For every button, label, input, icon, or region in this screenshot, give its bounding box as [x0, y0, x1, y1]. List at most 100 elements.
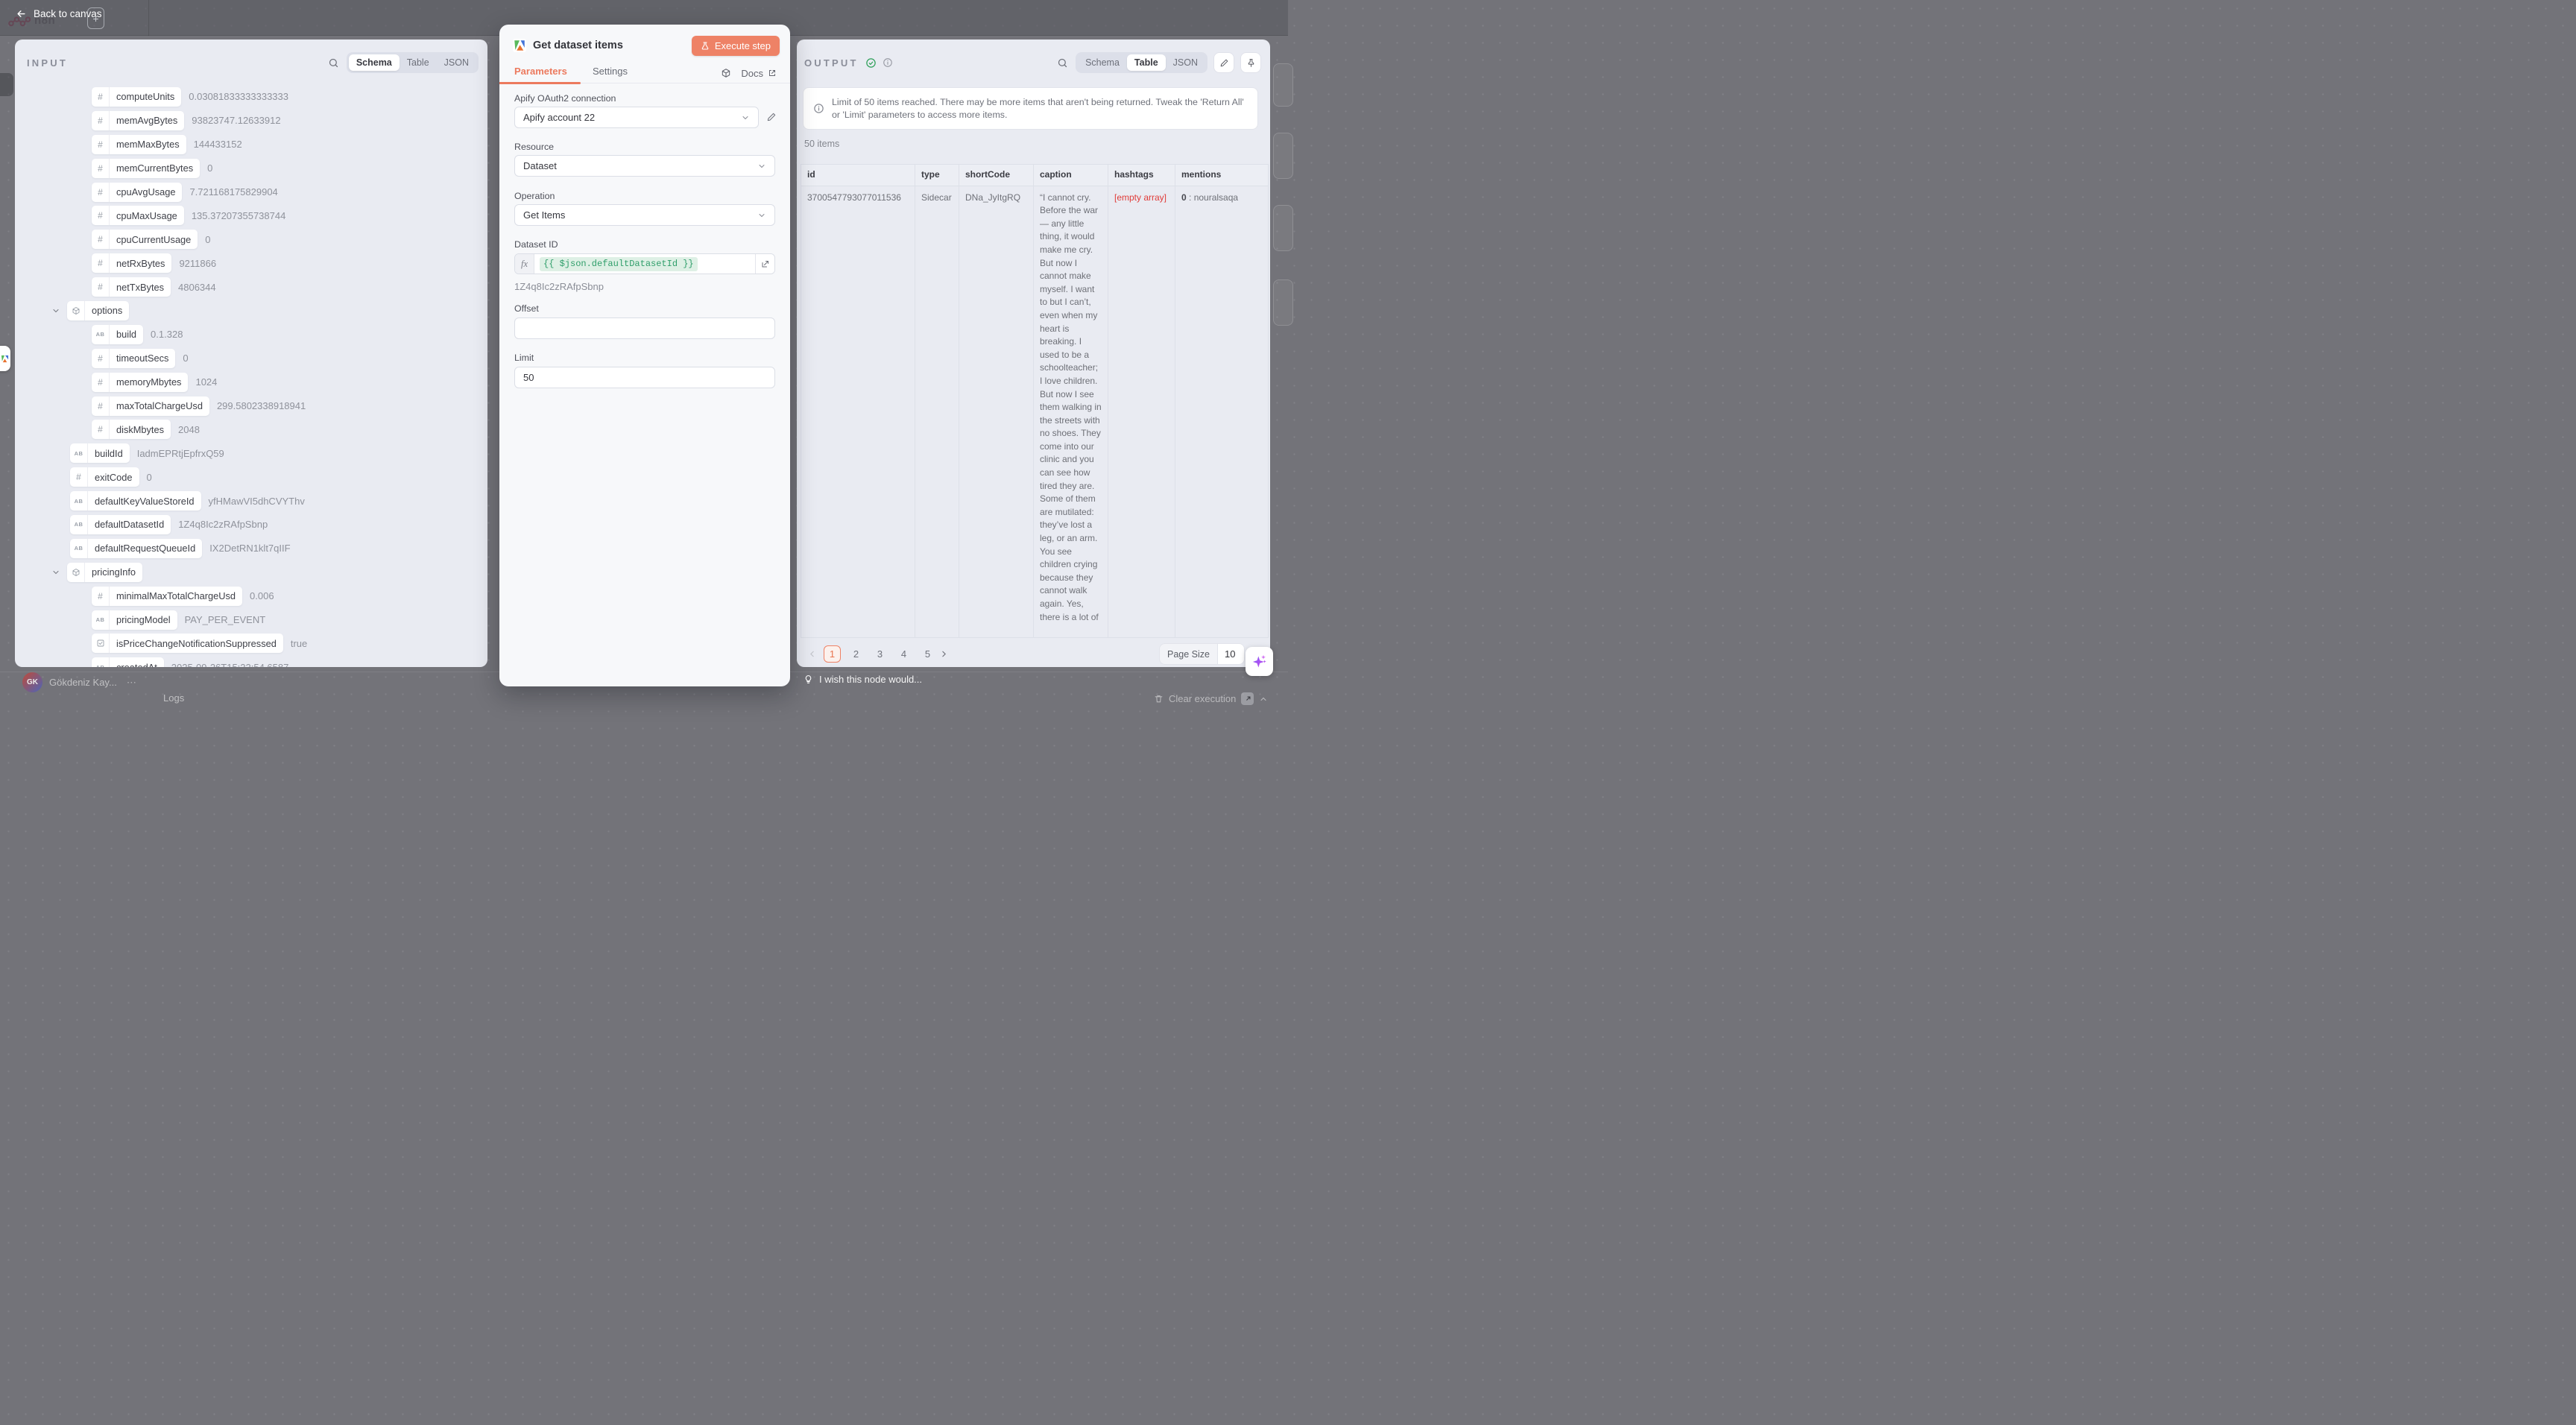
output-tab-schema[interactable]: Schema	[1078, 54, 1127, 71]
schema-key-badge[interactable]: #exitCode	[70, 467, 139, 487]
chevron-down-icon[interactable]	[51, 568, 60, 577]
schema-row[interactable]: #memCurrentBytes0	[15, 157, 487, 180]
info-circle-icon[interactable]	[883, 57, 893, 68]
schema-key-badge[interactable]: ABbuildId	[70, 443, 130, 463]
schema-row[interactable]: ABdefaultDatasetId1Z4q8Ic2zRAfpSbnp	[15, 513, 487, 537]
node-feedback-prompt[interactable]: I wish this node would...	[804, 674, 922, 685]
page-button-5[interactable]: 5	[919, 645, 936, 663]
docs-link[interactable]: Docs	[741, 68, 777, 79]
schema-row[interactable]: #netRxBytes9211866	[15, 251, 487, 275]
chevron-up-icon[interactable]	[1259, 695, 1268, 704]
output-tab-table[interactable]: Table	[1127, 54, 1166, 71]
schema-row[interactable]: #exitCode0	[15, 465, 487, 489]
schema-key-badge[interactable]: #maxTotalChargeUsd	[92, 396, 209, 416]
schema-key-badge[interactable]: isPriceChangeNotificationSuppressed	[92, 633, 283, 653]
column-header-hashtags[interactable]: hashtags	[1108, 165, 1175, 186]
pencil-icon[interactable]	[766, 112, 777, 122]
schema-row[interactable]: #netTxBytes4806344	[15, 275, 487, 299]
output-tab-json[interactable]: JSON	[1166, 54, 1205, 71]
chevron-right-icon[interactable]	[939, 649, 949, 659]
input-tab-json[interactable]: JSON	[437, 54, 476, 71]
column-header-caption[interactable]: caption	[1034, 165, 1108, 186]
schema-key-badge[interactable]: ABbuild	[92, 325, 143, 344]
schema-row[interactable]: #timeoutSecs0	[15, 347, 487, 370]
schema-key-badge[interactable]: #timeoutSecs	[92, 349, 175, 368]
schema-row[interactable]: #memAvgBytes93823747.12633912	[15, 109, 487, 133]
schema-row[interactable]: #memoryMbytes1024	[15, 370, 487, 394]
schema-key-badge[interactable]: #cpuCurrentUsage	[92, 230, 198, 249]
schema-row[interactable]: #cpuMaxUsage135.37207355738744	[15, 203, 487, 227]
schema-key-badge[interactable]: ABcreatedAt	[92, 657, 164, 667]
page-button-4[interactable]: 4	[895, 645, 912, 663]
schema-key-badge[interactable]: #cpuMaxUsage	[92, 206, 184, 225]
schema-row[interactable]: #diskMbytes2048	[15, 417, 487, 441]
pin-data-button[interactable]	[1240, 52, 1261, 73]
schema-row[interactable]: ABbuildIdIadmEPRtjEpfrxQ59	[15, 441, 487, 465]
expression-open-icon[interactable]	[755, 254, 774, 274]
schema-key-badge[interactable]: pricingInfo	[67, 563, 142, 582]
schema-key-badge[interactable]: #memMaxBytes	[92, 135, 186, 154]
user-menu[interactable]: GK Gökdeniz Kay... ⋯	[22, 672, 137, 692]
limit-input[interactable]: 50	[514, 367, 775, 388]
schema-row[interactable]: ABcreatedAt2025-09-26T15:22:54.6587	[15, 655, 487, 667]
input-tab-table[interactable]: Table	[400, 54, 437, 71]
column-header-id[interactable]: id	[801, 165, 915, 186]
resource-select[interactable]: Dataset	[514, 155, 775, 177]
schema-row[interactable]: ABdefaultRequestQueueIdIX2DetRN1klt7qIIF	[15, 537, 487, 560]
column-header-shortCode[interactable]: shortCode	[959, 165, 1034, 186]
search-icon[interactable]	[1057, 57, 1068, 69]
input-tab-schema[interactable]: Schema	[349, 54, 400, 71]
schema-key-badge[interactable]: #computeUnits	[92, 87, 181, 107]
schema-row[interactable]: #cpuCurrentUsage0	[15, 227, 487, 251]
schema-key-badge[interactable]: #netTxBytes	[92, 277, 171, 297]
schema-key-badge[interactable]: #cpuAvgUsage	[92, 183, 182, 202]
schema-key-badge[interactable]: ABdefaultDatasetId	[70, 515, 171, 534]
page-size-value[interactable]: 10	[1217, 644, 1244, 664]
new-tab-button[interactable]: +	[87, 7, 104, 29]
credential-select[interactable]: Apify account 22	[514, 107, 759, 128]
execute-step-button[interactable]: Execute step	[692, 36, 780, 56]
schema-row[interactable]: pricingInfo	[15, 560, 487, 584]
chevron-down-icon[interactable]	[51, 306, 60, 315]
more-options-icon[interactable]: ⋯	[127, 677, 137, 689]
operation-select[interactable]: Get Items	[514, 204, 775, 226]
page-button-2[interactable]: 2	[847, 645, 865, 663]
offset-input[interactable]	[514, 317, 775, 339]
popout-icon[interactable]	[1241, 692, 1254, 705]
page-button-3[interactable]: 3	[871, 645, 888, 663]
column-header-type[interactable]: type	[915, 165, 959, 186]
schema-key-badge[interactable]: #memoryMbytes	[92, 373, 188, 392]
schema-key-badge[interactable]: #netRxBytes	[92, 253, 171, 273]
schema-key-badge[interactable]: ABdefaultKeyValueStoreId	[70, 491, 201, 511]
cube-icon[interactable]	[721, 68, 731, 78]
schema-key-badge[interactable]: ABpricingModel	[92, 610, 177, 630]
ai-assistant-button[interactable]	[1246, 647, 1273, 676]
dataset-id-expression-field[interactable]: fx {{ $json.defaultDatasetId }}	[514, 253, 775, 274]
tab-parameters[interactable]: Parameters	[514, 66, 567, 77]
schema-row[interactable]: ABpricingModelPAY_PER_EVENT	[15, 608, 487, 632]
schema-row[interactable]: isPriceChangeNotificationSuppressedtrue	[15, 631, 487, 655]
schema-row[interactable]: #computeUnits0.03081833333333333	[15, 85, 487, 109]
schema-row[interactable]: options	[15, 299, 487, 323]
page-button-1[interactable]: 1	[824, 645, 841, 663]
edit-output-button[interactable]	[1213, 52, 1234, 73]
schema-key-badge[interactable]: #minimalMaxTotalChargeUsd	[92, 587, 242, 606]
expression-value[interactable]: {{ $json.defaultDatasetId }}	[540, 257, 698, 271]
clear-execution-button[interactable]: Clear execution	[1154, 692, 1268, 705]
schema-row[interactable]: #cpuAvgUsage7.721168175829904	[15, 180, 487, 204]
column-header-mentions[interactable]: mentions	[1175, 165, 1269, 186]
tab-settings[interactable]: Settings	[593, 66, 628, 77]
schema-key-badge[interactable]: #memCurrentBytes	[92, 159, 200, 178]
schema-key-badge[interactable]: #diskMbytes	[92, 420, 171, 439]
schema-key-badge[interactable]: #memAvgBytes	[92, 111, 184, 130]
chevron-left-icon[interactable]	[807, 649, 817, 659]
page-size-control[interactable]: Page Size 10	[1159, 643, 1245, 665]
search-icon[interactable]	[328, 57, 339, 69]
schema-row[interactable]: #maxTotalChargeUsd299.5802338918941	[15, 394, 487, 418]
schema-key-badge[interactable]: ABdefaultRequestQueueId	[70, 539, 202, 558]
schema-row[interactable]: ABbuild0.1.328	[15, 323, 487, 347]
schema-key-badge[interactable]: options	[67, 301, 129, 320]
schema-row[interactable]: #memMaxBytes144433152	[15, 133, 487, 157]
schema-row[interactable]: #minimalMaxTotalChargeUsd0.006	[15, 584, 487, 608]
schema-row[interactable]: ABdefaultKeyValueStoreIdyfHMawVI5dhCVYTh…	[15, 489, 487, 513]
